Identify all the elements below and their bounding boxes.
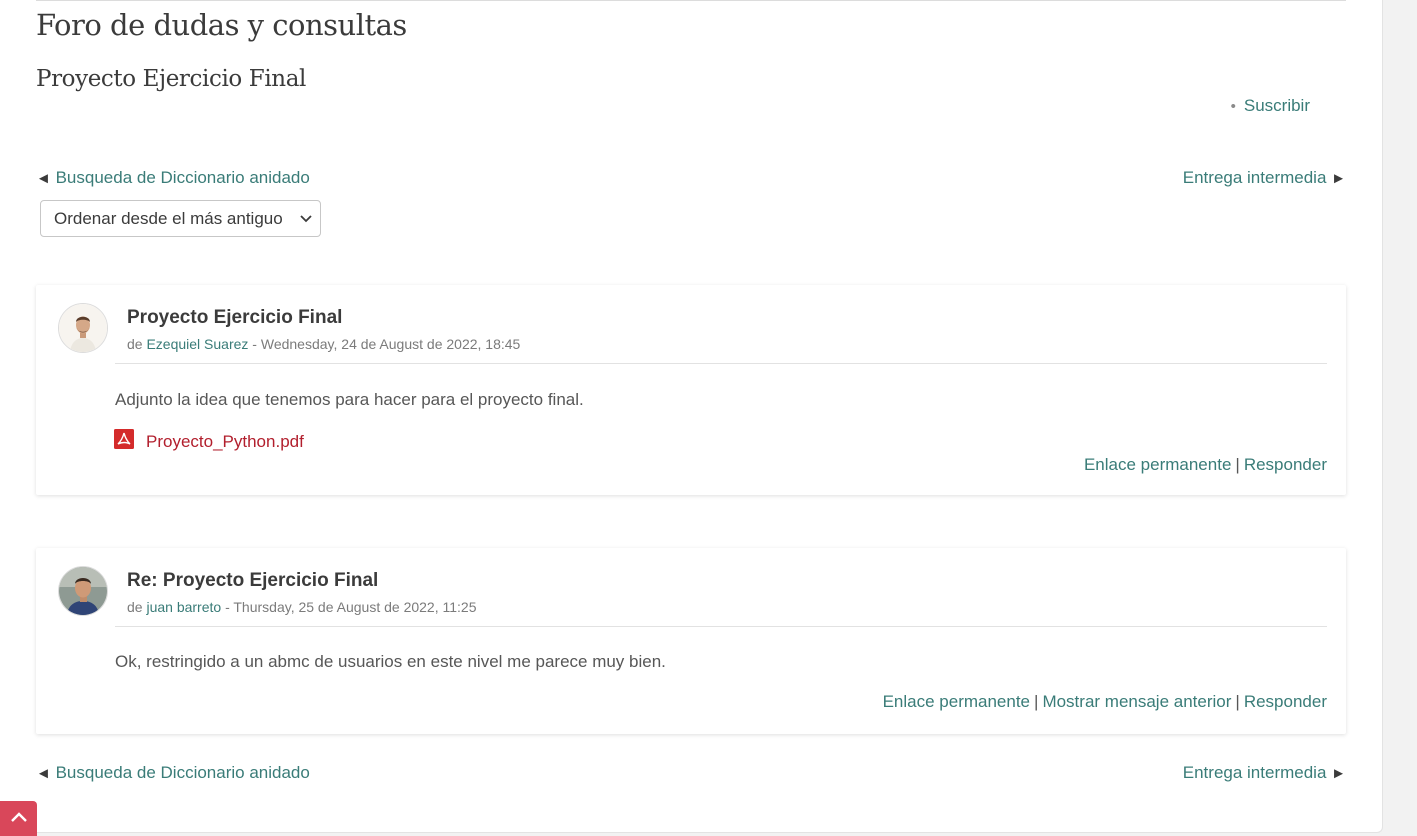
next-discussion-link[interactable]: Entrega intermedia	[1183, 763, 1327, 782]
separator: |	[1034, 692, 1039, 711]
bullet-icon: •	[1230, 98, 1236, 115]
post-subject: Proyecto Ejercicio Final	[127, 307, 343, 328]
reply-link[interactable]: Responder	[1244, 692, 1327, 711]
reply-link[interactable]: Responder	[1244, 455, 1327, 474]
post-actions: Enlace permanente | Mostrar mensaje anteri…	[883, 692, 1327, 712]
forum-post: Re: Proyecto Ejercicio Final de juan bar…	[36, 548, 1346, 734]
forum-title: Foro de dudas y consultas	[36, 8, 407, 42]
prev-arrow-icon: ◄	[36, 170, 51, 187]
post-body: Adjunto la idea que tenemos para hacer p…	[115, 390, 584, 409]
subscribe-item: • Suscribir	[1231, 96, 1310, 116]
forum-post: Proyecto Ejercicio Final de Ezequiel Sua…	[36, 285, 1346, 495]
post-byline: de juan barreto - Thursday, 25 de August…	[127, 599, 476, 615]
next-discussion-link[interactable]: Entrega intermedia	[1183, 168, 1327, 187]
prev-arrow-icon: ◄	[36, 765, 51, 782]
post-actions: Enlace permanente | Responder	[1084, 455, 1327, 475]
post-date: - Thursday, 25 de August de 2022, 11:25	[221, 599, 477, 615]
page-content: Foro de dudas y consultas Proyecto Ejerc…	[0, 0, 1383, 833]
sort-order-select[interactable]: Ordenar desde el más antiguo	[40, 200, 321, 237]
prev-discussion-link[interactable]: Busqueda de Diccionario anidado	[56, 168, 310, 187]
pdf-icon	[114, 429, 134, 454]
attachment[interactable]: Proyecto_Python.pdf	[114, 429, 304, 454]
byline-prefix: de	[127, 599, 143, 615]
post-subject: Re: Proyecto Ejercicio Final	[127, 570, 379, 591]
separator: |	[1235, 455, 1240, 474]
post-divider	[115, 626, 1327, 627]
post-divider	[115, 363, 1327, 364]
next-discussion[interactable]: Entrega intermedia ►	[1183, 168, 1346, 188]
byline-prefix: de	[127, 336, 143, 352]
post-date: - Wednesday, 24 de August de 2022, 18:45	[248, 336, 521, 352]
chevron-up-icon	[10, 810, 28, 828]
sort-order-value: Ordenar desde el más antiguo	[54, 208, 283, 228]
avatar[interactable]	[58, 566, 108, 616]
prev-discussion[interactable]: ◄ Busqueda de Diccionario anidado	[36, 168, 310, 188]
author-link[interactable]: juan barreto	[146, 599, 221, 615]
discussion-title: Proyecto Ejercicio Final	[36, 66, 306, 92]
next-arrow-icon: ►	[1331, 170, 1346, 187]
post-byline: de Ezequiel Suarez - Wednesday, 24 de Au…	[127, 336, 520, 352]
prev-discussion-link[interactable]: Busqueda de Diccionario anidado	[56, 763, 310, 782]
post-body: Ok, restringido a un abmc de usuarios en…	[115, 652, 666, 671]
next-arrow-icon: ►	[1331, 765, 1346, 782]
attachment-link[interactable]: Proyecto_Python.pdf	[146, 432, 304, 452]
author-link[interactable]: Ezequiel Suarez	[146, 336, 248, 352]
show-parent-link[interactable]: Mostrar mensaje anterior	[1042, 692, 1231, 711]
separator: |	[1235, 692, 1240, 711]
next-discussion[interactable]: Entrega intermedia ►	[1183, 763, 1346, 783]
back-to-top-button[interactable]	[0, 801, 37, 836]
avatar[interactable]	[58, 303, 108, 353]
top-divider	[36, 0, 1346, 1]
permalink-link[interactable]: Enlace permanente	[883, 692, 1030, 711]
permalink-link[interactable]: Enlace permanente	[1084, 455, 1231, 474]
prev-discussion[interactable]: ◄ Busqueda de Diccionario anidado	[36, 763, 310, 783]
subscribe-link[interactable]: Suscribir	[1244, 96, 1310, 115]
chevron-down-icon	[292, 211, 320, 226]
